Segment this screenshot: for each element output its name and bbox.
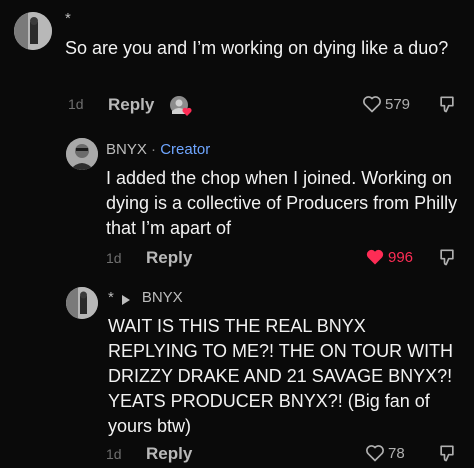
separator: · xyxy=(151,141,157,158)
comment-text: WAIT IS THIS THE REAL BNYX REPLYING TO M… xyxy=(108,316,454,436)
heart-icon[interactable] xyxy=(362,94,382,114)
reply-button[interactable]: Reply xyxy=(146,444,192,464)
creator-badge: Creator xyxy=(160,141,211,158)
reply-button[interactable]: Reply xyxy=(146,248,192,268)
heart-icon[interactable] xyxy=(365,247,385,267)
avatar[interactable] xyxy=(66,287,98,319)
username[interactable]: * xyxy=(65,10,71,27)
thumbs-down-icon[interactable] xyxy=(437,247,457,267)
reply-arrow-icon xyxy=(121,292,136,305)
creator-liked-avatar-icon xyxy=(168,94,194,118)
reply-button[interactable]: Reply xyxy=(108,95,154,115)
like-count: 996 xyxy=(388,249,414,266)
reply-to-username[interactable]: BNYX xyxy=(142,289,183,306)
comment-text: So are you and I’m working on dying like… xyxy=(65,38,449,58)
username[interactable]: * xyxy=(108,289,114,306)
comment-age: 1d xyxy=(106,446,122,462)
like-count: 78 xyxy=(388,445,405,462)
comment-age: 1d xyxy=(106,250,122,266)
username[interactable]: BNYX xyxy=(106,141,147,158)
thumbs-down-icon[interactable] xyxy=(437,443,457,463)
heart-icon[interactable] xyxy=(365,443,385,463)
like-count: 579 xyxy=(385,96,411,113)
comment-age: 1d xyxy=(68,96,84,112)
avatar[interactable] xyxy=(66,138,98,170)
comment-header: BNYX · Creator xyxy=(106,141,210,158)
avatar[interactable] xyxy=(14,12,52,50)
comment-header: * BNYX xyxy=(108,289,183,306)
comment-text: I added the chop when I joined. Working … xyxy=(106,168,458,238)
thumbs-down-icon[interactable] xyxy=(437,94,457,114)
